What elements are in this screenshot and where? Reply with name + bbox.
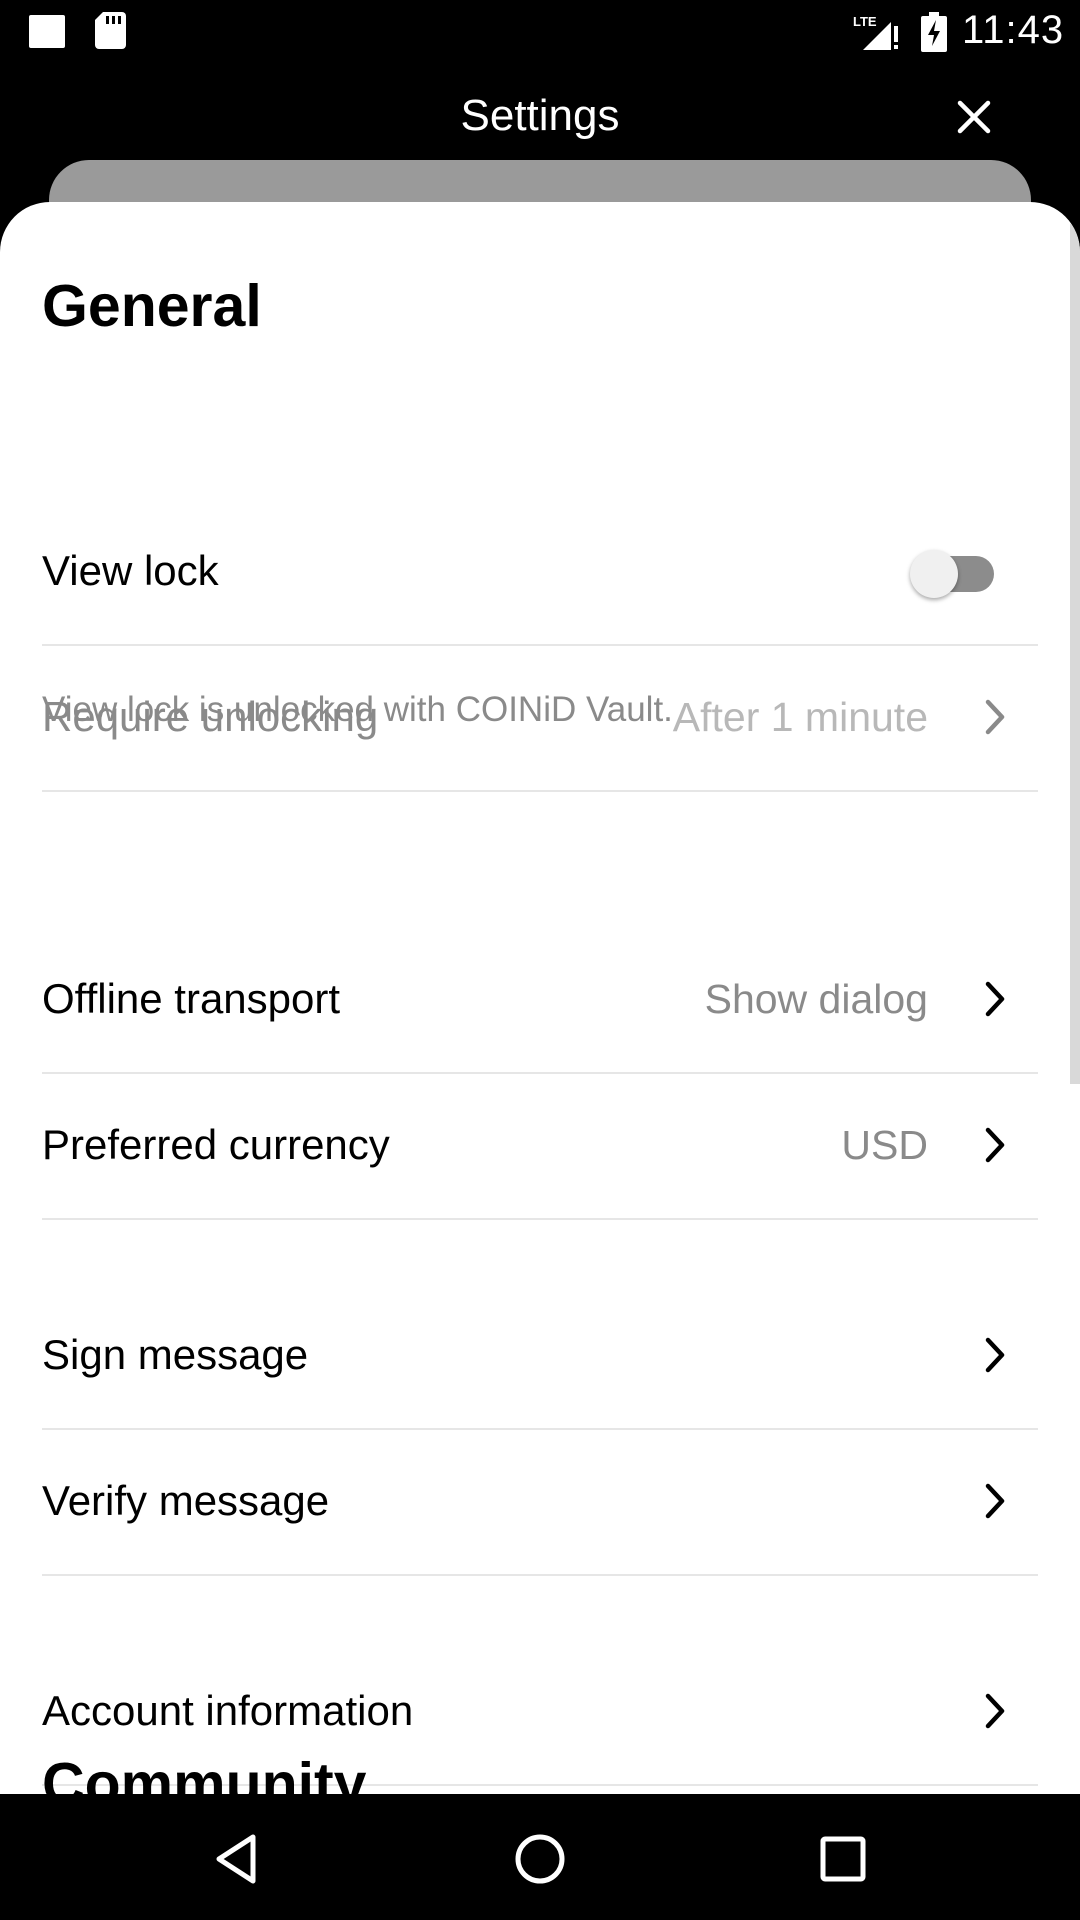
title-bar: Settings bbox=[0, 63, 1080, 168]
status-time: 11:43 bbox=[962, 8, 1065, 52]
navigation-bar bbox=[0, 1794, 1080, 1920]
require-unlocking-value: After 1 minute bbox=[672, 694, 928, 740]
scrollbar[interactable] bbox=[1070, 224, 1080, 1084]
view-lock-label: View lock bbox=[42, 547, 219, 594]
signal-icon: LTE bbox=[853, 14, 898, 50]
page-title: Settings bbox=[460, 91, 620, 140]
chevron-right-icon bbox=[985, 1337, 1005, 1373]
section-title-general: General bbox=[42, 273, 262, 339]
verify-message-label: Verify message bbox=[42, 1477, 330, 1524]
chevron-right-icon bbox=[985, 699, 1005, 735]
toggle-thumb[interactable] bbox=[910, 550, 958, 598]
offline-transport-value: Show dialog bbox=[704, 976, 928, 1022]
back-icon[interactable] bbox=[207, 1829, 267, 1889]
sd-card-icon bbox=[95, 12, 126, 49]
chevron-right-icon bbox=[985, 1483, 1005, 1519]
section-title-community: Community bbox=[42, 1751, 367, 1794]
chevron-right-icon bbox=[985, 1693, 1005, 1729]
status-bar: LTE 11:43 bbox=[0, 0, 1080, 63]
view-lock-note: View lock is unlocked with COINiD Vault. bbox=[42, 690, 673, 729]
row-view-lock[interactable]: View lock bbox=[42, 498, 1038, 646]
offline-transport-label: Offline transport bbox=[42, 975, 341, 1022]
screen: LTE 11:43 Settings General View lock Req… bbox=[0, 0, 1080, 1920]
row-offline-transport[interactable]: Offline transport Show dialog bbox=[42, 926, 1038, 1074]
battery-charging-icon bbox=[921, 12, 947, 52]
notification-square-icon bbox=[29, 15, 65, 48]
recents-icon[interactable] bbox=[813, 1829, 873, 1889]
preferred-currency-label: Preferred currency bbox=[42, 1121, 390, 1168]
svg-text:LTE: LTE bbox=[853, 14, 877, 29]
row-verify-message[interactable]: Verify message bbox=[42, 1428, 1038, 1576]
preferred-currency-value: USD bbox=[841, 1122, 928, 1168]
settings-sheet[interactable]: General View lock Require unlocking Afte… bbox=[0, 202, 1080, 1794]
home-icon[interactable] bbox=[510, 1829, 570, 1889]
chevron-right-icon bbox=[985, 981, 1005, 1017]
row-preferred-currency[interactable]: Preferred currency USD bbox=[42, 1072, 1038, 1220]
sign-message-label: Sign message bbox=[42, 1331, 309, 1378]
chevron-right-icon bbox=[985, 1127, 1005, 1163]
close-icon[interactable] bbox=[950, 93, 998, 141]
row-sign-message[interactable]: Sign message bbox=[42, 1282, 1038, 1430]
view-lock-toggle[interactable] bbox=[910, 550, 994, 598]
